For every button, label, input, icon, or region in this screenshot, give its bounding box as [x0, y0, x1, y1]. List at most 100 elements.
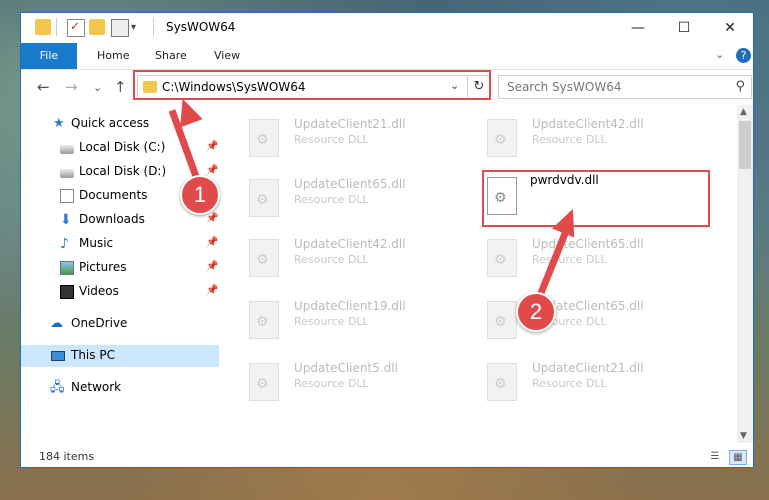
title-bar: ▾ SysWOW64 — ☐ ✕	[21, 13, 753, 43]
sidebar-item-label: Network	[71, 380, 122, 394]
dll-file-icon	[487, 301, 517, 339]
ribbon: File Home Share View ⌄ ?	[21, 43, 753, 70]
vertical-scrollbar[interactable]: ▲ ▼	[737, 105, 753, 443]
search-icon[interactable]: ⚲	[735, 79, 745, 94]
sidebar-item-network[interactable]: 🖧 Network	[21, 377, 221, 399]
tab-view[interactable]: View	[214, 43, 240, 69]
sidebar-item-label: Local Disk (D:)	[79, 164, 167, 178]
downloads-icon: ⬇	[60, 212, 72, 228]
drive-icon	[60, 145, 74, 154]
file-type: Resource DLL	[532, 253, 607, 266]
file-name: UpdateClient19.dll	[294, 299, 406, 313]
sidebar-item-music[interactable]: ♪ Music 📌	[21, 233, 221, 255]
onedrive-icon: ☁	[50, 316, 63, 331]
status-bar: 184 items ☰ ▦	[21, 445, 753, 467]
item-count: 184 items	[39, 450, 95, 463]
forward-button[interactable]: →	[65, 78, 78, 96]
help-icon[interactable]: ?	[736, 48, 751, 63]
up-button[interactable]: ↑	[114, 78, 127, 96]
pin-icon: 📌	[206, 213, 219, 224]
dll-file-icon	[249, 179, 279, 217]
large-icons-view-icon[interactable]: ▦	[729, 450, 747, 465]
pin-icon: 📌	[206, 237, 219, 248]
sidebar-item-pictures[interactable]: Pictures 📌	[21, 257, 221, 279]
properties-check-icon[interactable]	[67, 19, 85, 37]
scrollbar-thumb[interactable]	[739, 121, 751, 169]
address-bar-highlight	[133, 70, 491, 100]
file-highlight	[482, 170, 710, 227]
sidebar-item-label: Videos	[79, 284, 119, 298]
file-item[interactable]: UpdateClient5.dll Resource DLL	[224, 355, 444, 405]
step-1-badge: 1	[180, 175, 220, 215]
sidebar-item-label: This PC	[71, 348, 115, 362]
search-input[interactable]: Search SysWOW64	[507, 80, 621, 94]
file-item[interactable]: UpdateClient21.dll Resource DLL	[224, 111, 444, 161]
file-name: UpdateClient65.dll	[294, 177, 406, 191]
star-icon: ★	[53, 116, 65, 131]
toolbar-divider	[56, 18, 57, 36]
sidebar-item-label: Quick access	[71, 116, 150, 130]
new-folder-icon[interactable]	[89, 19, 105, 35]
folder-icon[interactable]	[35, 19, 51, 35]
pin-icon: 📌	[206, 141, 219, 152]
documents-icon	[60, 189, 74, 203]
dll-file-icon	[249, 301, 279, 339]
window-title: SysWOW64	[166, 20, 236, 34]
file-name: UpdateClient65.dll	[532, 237, 644, 251]
file-name: UpdateClient5.dll	[294, 361, 398, 375]
sidebar-item-label: Pictures	[79, 260, 127, 274]
back-button[interactable]: ←	[37, 78, 50, 96]
minimize-button[interactable]: —	[615, 13, 661, 43]
music-icon: ♪	[60, 236, 69, 252]
tab-share[interactable]: Share	[155, 43, 187, 69]
dll-file-icon	[487, 119, 517, 157]
sidebar-item-label: Music	[79, 236, 114, 250]
file-item[interactable]: UpdateClient42.dll Resource DLL	[224, 231, 444, 281]
sidebar-item-onedrive[interactable]: ☁ OneDrive	[21, 313, 221, 335]
close-button[interactable]: ✕	[707, 13, 753, 43]
file-tab[interactable]: File	[21, 43, 77, 69]
details-view-icon[interactable]: ☰	[707, 450, 723, 463]
dll-file-icon	[249, 363, 279, 401]
file-type: Resource DLL	[294, 315, 369, 328]
title-divider	[153, 18, 154, 36]
sidebar-item-label: OneDrive	[71, 316, 128, 330]
file-item[interactable]: UpdateClient42.dll Resource DLL	[462, 111, 682, 161]
dll-file-icon	[249, 119, 279, 157]
sidebar-item-label: Documents	[79, 188, 148, 202]
file-name: UpdateClient21.dll	[532, 361, 644, 375]
expand-ribbon-icon[interactable]: ⌄	[715, 48, 724, 61]
file-type: Resource DLL	[294, 253, 369, 266]
file-name: UpdateClient42.dll	[532, 117, 644, 131]
pin-icon: 📌	[206, 285, 219, 296]
pc-icon	[51, 351, 65, 361]
scroll-down-icon[interactable]: ▼	[740, 431, 747, 441]
file-item[interactable]: UpdateClient19.dll Resource DLL	[224, 293, 444, 343]
dll-file-icon	[487, 363, 517, 401]
step-2-badge: 2	[516, 292, 556, 332]
sidebar-item-this-pc[interactable]: This PC	[21, 345, 219, 367]
file-name: UpdateClient42.dll	[294, 237, 406, 251]
file-item[interactable]: UpdateClient21.dll Resource DLL	[462, 355, 682, 405]
sidebar-item-videos[interactable]: Videos 📌	[21, 281, 221, 303]
pin-icon: 📌	[206, 165, 219, 176]
scroll-up-icon[interactable]: ▲	[740, 107, 747, 117]
tab-home[interactable]: Home	[97, 43, 129, 69]
file-item[interactable]: UpdateClient65.dll Resource DLL	[224, 171, 444, 221]
dll-file-icon	[249, 239, 279, 277]
file-type: Resource DLL	[532, 377, 607, 390]
videos-icon	[60, 285, 74, 299]
file-name: UpdateClient21.dll	[294, 117, 406, 131]
maximize-button[interactable]: ☐	[661, 13, 707, 43]
chevron-down-icon[interactable]: ▾	[131, 22, 136, 33]
file-item[interactable]: UpdateClient65.dll Resource DLL	[462, 231, 682, 281]
file-type: Resource DLL	[294, 377, 369, 390]
customize-toolbar-icon[interactable]	[111, 19, 129, 37]
pin-icon: 📌	[206, 261, 219, 272]
recent-locations-button[interactable]: ⌄	[93, 81, 102, 94]
file-type: Resource DLL	[532, 133, 607, 146]
file-item[interactable]: UpdateClient65.dll Resource DLL	[462, 293, 682, 343]
search-box[interactable]: Search SysWOW64 ⚲	[498, 75, 752, 99]
file-type: Resource DLL	[294, 193, 369, 206]
network-icon: 🖧	[50, 380, 65, 395]
